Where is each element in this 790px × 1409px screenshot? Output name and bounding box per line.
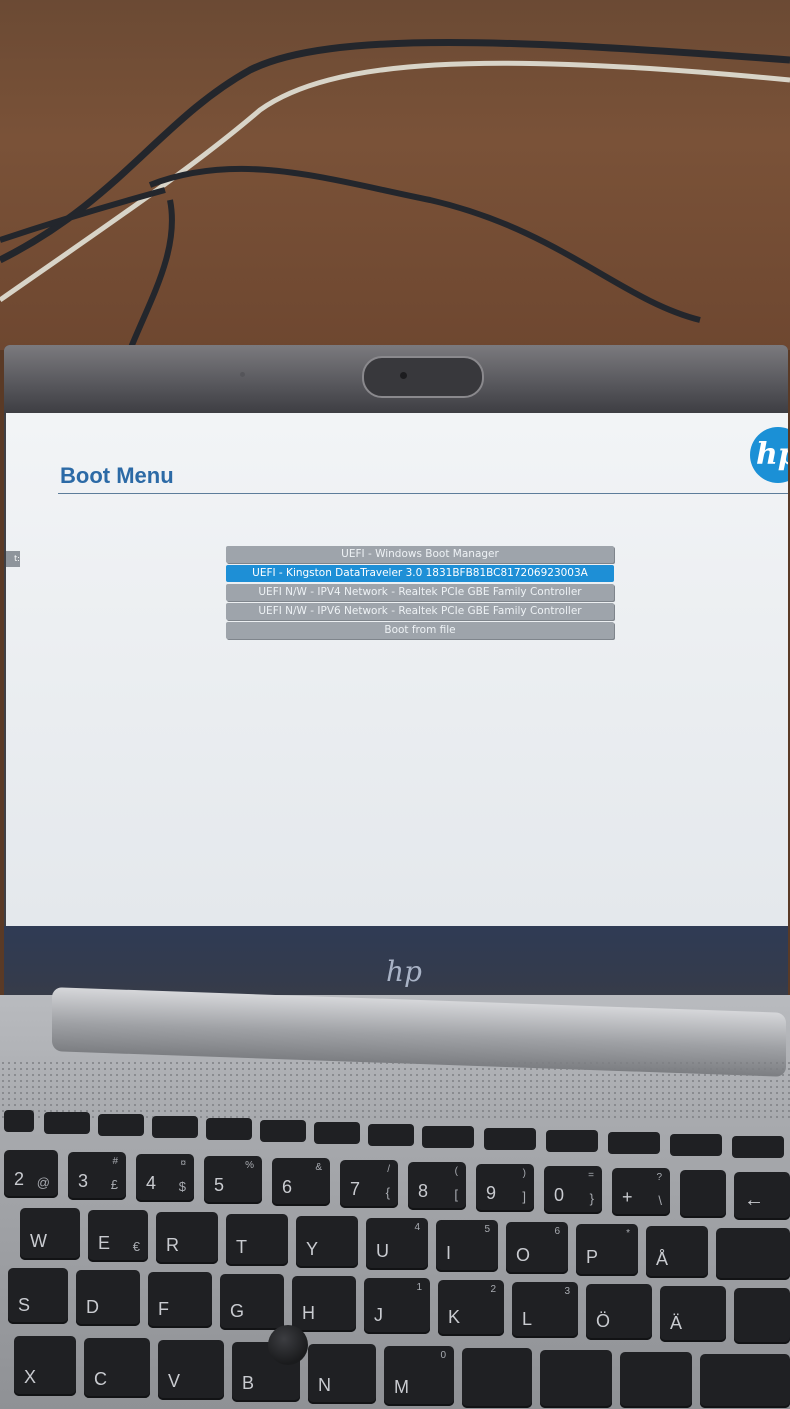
key-shift-right[interactable] [700, 1354, 790, 1408]
sensor-icon [240, 372, 245, 377]
key-h[interactable]: H [292, 1276, 356, 1332]
key-f4-mute-icon[interactable] [206, 1118, 252, 1140]
title-divider [58, 493, 788, 494]
side-tab[interactable]: t: [6, 551, 20, 567]
page-title: Boot Menu [60, 463, 174, 488]
key-j[interactable]: J1 [364, 1278, 430, 1334]
key-c[interactable]: C [84, 1338, 150, 1398]
key-f1[interactable] [44, 1112, 90, 1134]
boot-option-boot-from-file[interactable]: Boot from file [226, 622, 614, 639]
key-f11-keyboard-icon[interactable] [608, 1132, 660, 1154]
boot-option-kingston-usb[interactable]: UEFI - Kingston DataTraveler 3.0 1831BFB… [226, 565, 614, 582]
key-acute[interactable] [680, 1170, 726, 1218]
boot-screen: hp Boot Menu t: UEFI - Windows Boot Mana… [6, 413, 788, 928]
boot-option-ipv4-network[interactable]: UEFI N/W - IPV4 Network - Realtek PCIe G… [226, 584, 614, 601]
key-f2[interactable] [98, 1114, 144, 1136]
key-u[interactable]: U4 [366, 1218, 428, 1270]
boot-option-list: UEFI - Windows Boot Manager UEFI - Kings… [226, 546, 614, 641]
webcam-shutter [362, 356, 484, 398]
key-l[interactable]: L3 [512, 1282, 578, 1338]
key-f5-volume-down-icon[interactable] [260, 1120, 306, 1142]
key-m[interactable]: M0 [384, 1346, 454, 1406]
key-3[interactable]: #3 £ [68, 1152, 126, 1200]
boot-option-ipv6-network[interactable]: UEFI N/W - IPV6 Network - Realtek PCIe G… [226, 603, 614, 620]
key-8[interactable]: (8[ [408, 1162, 466, 1210]
key-6[interactable]: & 6 [272, 1158, 330, 1206]
key-f[interactable]: F [148, 1272, 212, 1328]
key-n[interactable]: N [308, 1344, 376, 1404]
key-f8[interactable] [422, 1126, 474, 1148]
key-w[interactable]: W [20, 1208, 80, 1260]
key-t[interactable]: T [226, 1214, 288, 1266]
key-5[interactable]: % 5 [204, 1156, 262, 1204]
key-comma[interactable] [462, 1348, 532, 1408]
key-s[interactable]: S [8, 1268, 68, 1324]
key-0[interactable]: = 0} [544, 1166, 602, 1214]
key-umlaut[interactable] [716, 1228, 790, 1280]
hp-lid-logo-icon: hp [386, 955, 422, 988]
key-plus[interactable]: ? + \ [612, 1168, 670, 1216]
key-f9-numlock[interactable] [484, 1128, 536, 1150]
key-esc[interactable] [4, 1110, 34, 1132]
key-a-ring[interactable]: Å [646, 1226, 708, 1278]
key-period[interactable] [540, 1350, 612, 1408]
hp-logo-icon: hp [750, 427, 788, 483]
key-f3[interactable] [152, 1116, 198, 1138]
key-v[interactable]: V [158, 1340, 224, 1400]
key-f10-wireless-icon[interactable] [546, 1130, 598, 1152]
key-f6-volume-up-icon[interactable] [314, 1122, 360, 1144]
key-2[interactable]: 2 @ [4, 1150, 58, 1198]
key-g[interactable]: G [220, 1274, 284, 1330]
key-x[interactable]: X [14, 1336, 76, 1396]
background-wall [0, 0, 790, 350]
key-o[interactable]: O6 [506, 1222, 568, 1274]
key-f12-display-icon[interactable] [670, 1134, 722, 1156]
key-o-umlaut[interactable]: Ö [586, 1284, 652, 1340]
key-f7-mic-mute-icon[interactable] [368, 1124, 414, 1146]
key-phone-icon[interactable] [732, 1136, 784, 1158]
key-a-umlaut[interactable]: Ä [660, 1286, 726, 1342]
key-minus[interactable] [620, 1352, 692, 1408]
key-apostrophe[interactable] [734, 1288, 790, 1344]
key-k[interactable]: K2 [438, 1280, 504, 1336]
key-p[interactable]: P * [576, 1224, 638, 1276]
key-9[interactable]: ) 9] [476, 1164, 534, 1212]
key-i[interactable]: I5 [436, 1220, 498, 1272]
cables-image [0, 39, 790, 350]
webcam-lens-icon [400, 372, 407, 379]
key-e[interactable]: E € [88, 1210, 148, 1262]
key-backspace-arrow-icon[interactable]: ← [734, 1172, 790, 1220]
trackpoint[interactable] [268, 1325, 308, 1365]
keyboard: 2 @ #3 £ ¤ 4 $ % 5 & 6 /7{ (8[ ) 9] = 0} ? + \ ← W… [0, 1108, 790, 1409]
key-4[interactable]: ¤ 4 $ [136, 1154, 194, 1202]
key-r[interactable]: R [156, 1212, 218, 1264]
boot-option-windows-boot-manager[interactable]: UEFI - Windows Boot Manager [226, 546, 614, 563]
key-7[interactable]: /7{ [340, 1160, 398, 1208]
key-d[interactable]: D [76, 1270, 140, 1326]
key-y[interactable]: Y [296, 1216, 358, 1268]
